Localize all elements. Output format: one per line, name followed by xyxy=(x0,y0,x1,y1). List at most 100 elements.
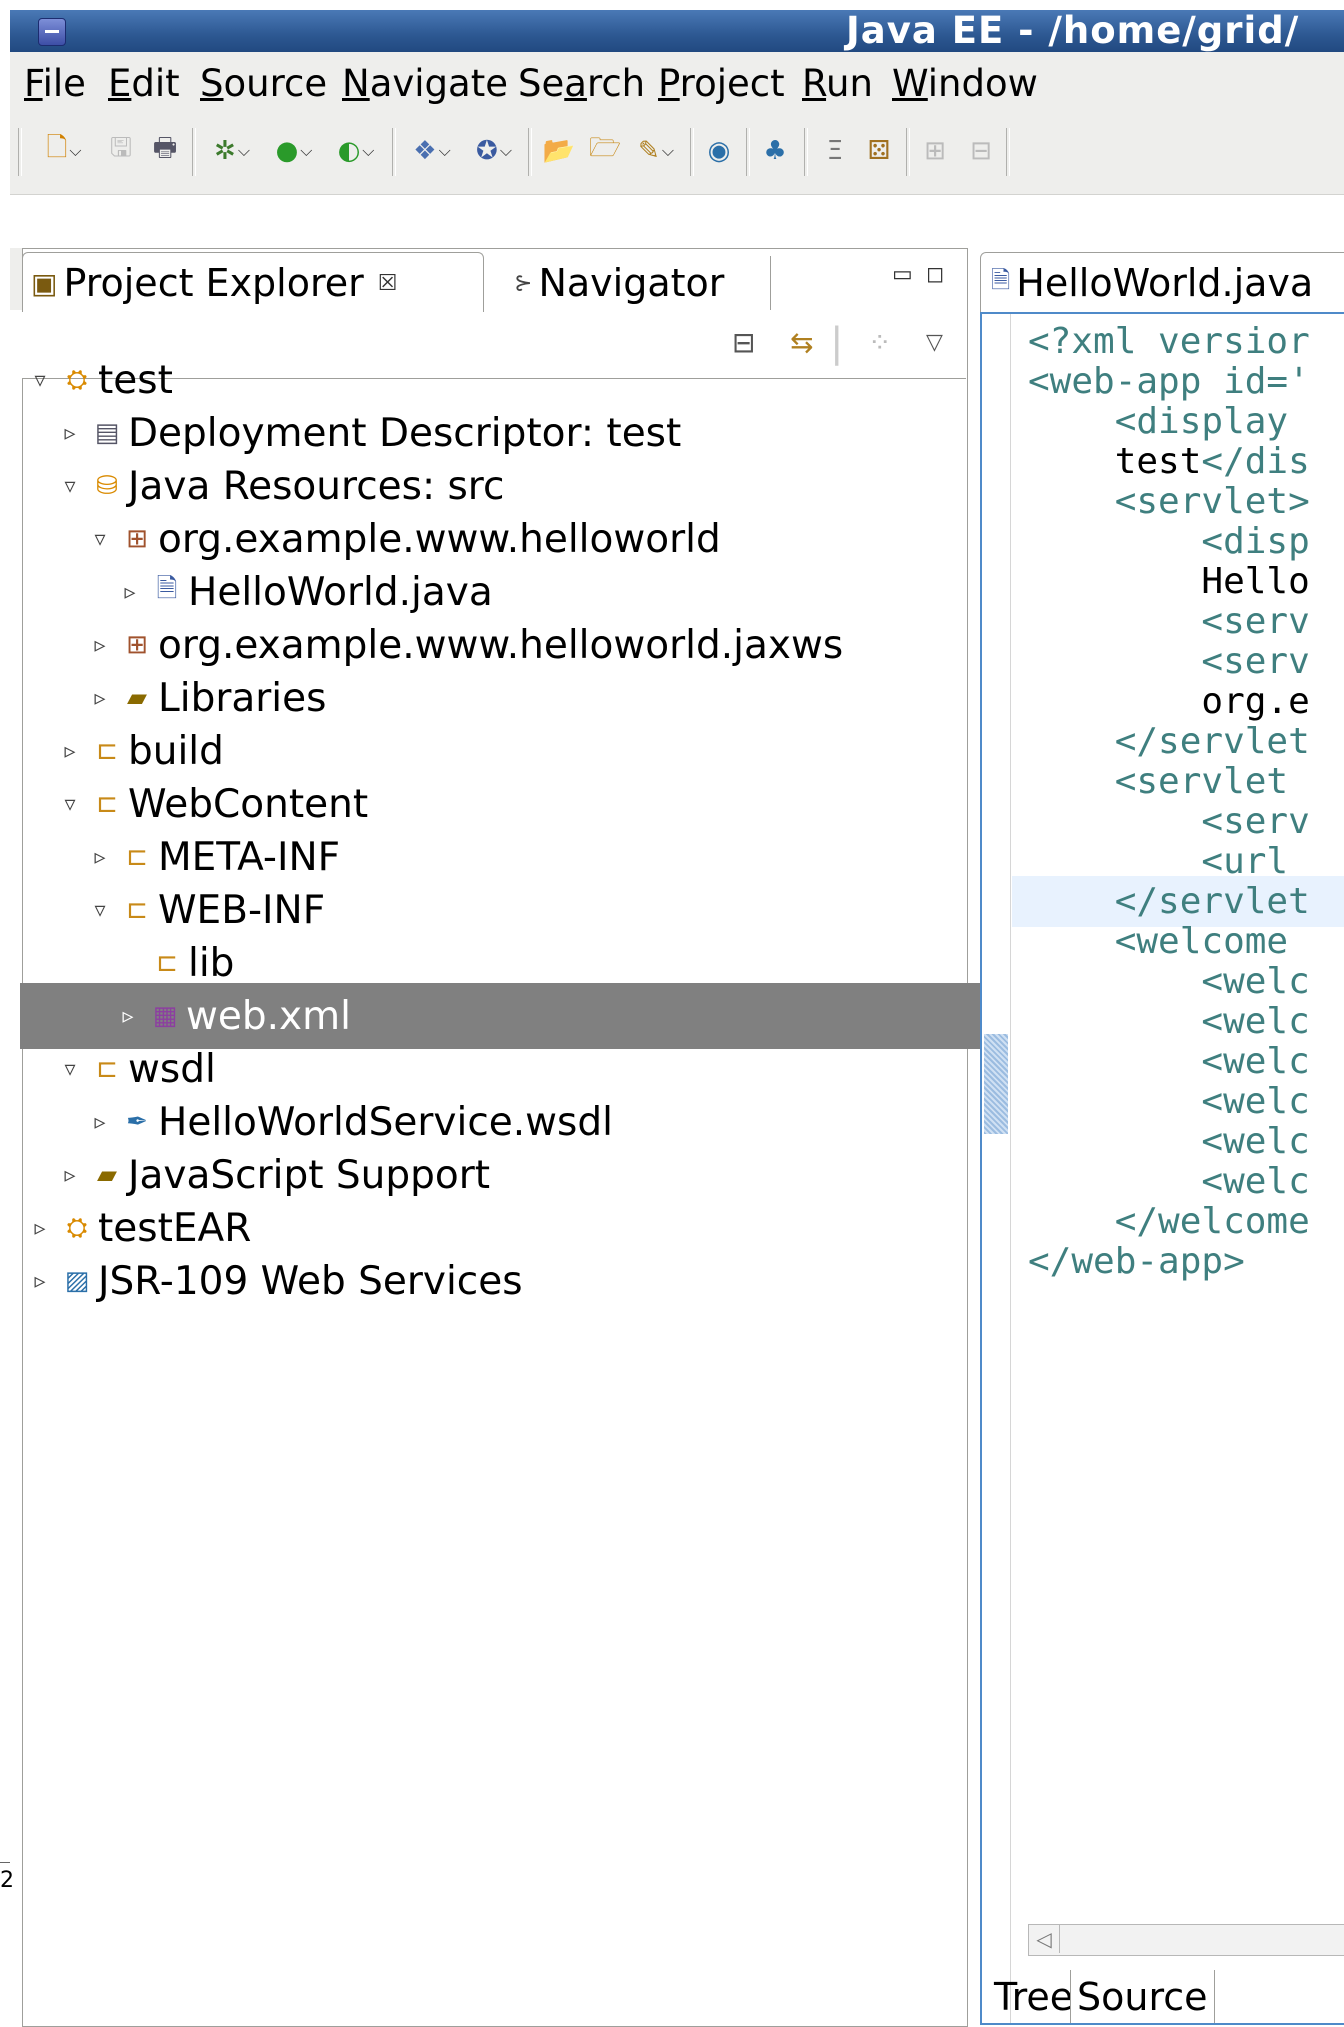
package-icon: ⊞ xyxy=(126,524,148,554)
toolbar-separator xyxy=(528,128,532,176)
collapsed-arrow-icon[interactable]: ▹ xyxy=(22,1269,58,1294)
expanded-arrow-icon[interactable]: ▿ xyxy=(52,1057,88,1082)
collapsed-arrow-icon[interactable]: ▹ xyxy=(112,580,148,605)
toolbar-separator xyxy=(1006,128,1010,176)
libraries-icon: ▰ xyxy=(127,683,147,713)
java-file-icon: 🗎 xyxy=(991,265,1011,294)
view-menu-icon[interactable]: ▽ xyxy=(926,330,943,355)
menu-bar: File Edit Source Navigate Search Project Run Wi… xyxy=(10,52,1344,114)
tab-project-explorer[interactable]: ▣ Project Explorer ☒ xyxy=(22,252,484,313)
collapsed-arrow-icon[interactable]: ▹ xyxy=(82,845,118,870)
toolbar-separator xyxy=(804,128,808,176)
external-tools-icon[interactable]: ◐ ⌵ xyxy=(326,132,386,170)
tree-item[interactable]: ▹ ▨ JSR-109 Web Services xyxy=(22,1248,523,1314)
project-icon: ⛭ xyxy=(66,364,88,395)
tree-item-label: test xyxy=(98,357,173,403)
menu-item[interactable]: File xyxy=(24,62,86,105)
navigator-icon: ⊱ xyxy=(514,270,533,296)
code-line[interactable]: </web-app> xyxy=(1028,1236,1245,1287)
new-server-icon[interactable]: ❖ ⌵ xyxy=(402,132,462,170)
expanded-arrow-icon[interactable]: ▿ xyxy=(82,898,118,923)
sum-icon[interactable]: Ξ xyxy=(814,132,856,170)
java-file-icon: 🗎 xyxy=(156,574,178,604)
globe-icon[interactable]: ◉ xyxy=(698,132,740,170)
main-toolbar: 🗋 ⌵ 🖫 🖶 ✲ ⌵ ● ⌵ ◐ ⌵ ❖ ⌵ ✪ ⌵ 📂 🗁 ✎ ⌵ ◉ ♣ Ξ ⚄ ⊞ ⊟ xyxy=(10,114,1344,195)
overview-ruler[interactable] xyxy=(982,314,1011,2023)
xml-editor[interactable]: <?xml versior <web-app id=' <display test… xyxy=(980,312,1344,2025)
tab-source[interactable]: Source xyxy=(1070,1970,1215,2023)
menu-item[interactable]: Navigate xyxy=(342,62,508,105)
tab-navigator-label: Navigator xyxy=(538,261,725,305)
tree-item-label: JSR-109 Web Services xyxy=(98,1258,523,1304)
run-icon[interactable]: ● ⌵ xyxy=(264,132,324,170)
web-services-icon: ▨ xyxy=(64,1266,90,1296)
window-title-bar[interactable]: Java EE - /home/grid/ xyxy=(10,9,1344,52)
menu-item[interactable]: Window xyxy=(892,62,1038,105)
tree-item-label: META-INF xyxy=(158,834,341,880)
filter-icon[interactable]: ⁘ xyxy=(868,326,891,359)
folder-icon: ⊏ xyxy=(126,895,148,925)
tab-tree[interactable]: Tree xyxy=(988,1970,1079,2023)
open-type-icon[interactable]: ♣ xyxy=(754,132,796,170)
tree-item-label: HelloWorldService.wsdl xyxy=(158,1099,613,1145)
menu-item[interactable]: Run xyxy=(802,62,873,105)
folder-icon: ⊏ xyxy=(156,948,178,978)
edit-icon[interactable]: ✎ ⌵ xyxy=(626,132,686,170)
menu-item[interactable]: Project xyxy=(658,62,785,105)
tree-item-label: HelloWorld.java xyxy=(188,569,493,615)
tree-item-label: web.xml xyxy=(186,993,351,1039)
tab-navigator[interactable]: ⊱ Navigator xyxy=(500,256,771,310)
tree-item-label: Deployment Descriptor: test xyxy=(128,410,682,456)
tree-item-label: WebContent xyxy=(128,781,369,827)
toolbar-separator xyxy=(192,128,196,176)
tree-item-label: Libraries xyxy=(158,675,327,721)
eclipse-app-icon[interactable] xyxy=(38,18,66,46)
debug-icon[interactable]: ✲ ⌵ xyxy=(202,132,262,170)
collapsed-arrow-icon[interactable]: ▹ xyxy=(22,1216,58,1241)
collapsed-arrow-icon[interactable]: ▹ xyxy=(52,739,88,764)
collapsed-arrow-icon[interactable]: ▹ xyxy=(52,1163,88,1188)
tree-item-label: build xyxy=(128,728,224,774)
collapse-all-icon[interactable]: ⊟ xyxy=(732,326,755,359)
scroll-left-icon[interactable]: ◁ xyxy=(1029,1925,1060,1953)
collapsed-arrow-icon[interactable]: ▹ xyxy=(82,686,118,711)
tree-item-label: org.example.www.helloworld.jaxws xyxy=(158,622,844,668)
editor-tab-helloworld[interactable]: 🗎 HelloWorld.java xyxy=(980,252,1344,313)
expanded-arrow-icon[interactable]: ▿ xyxy=(82,527,118,552)
expanded-arrow-icon[interactable]: ▿ xyxy=(52,792,88,817)
toolbar-separator: | xyxy=(830,320,844,366)
maximize-icon[interactable]: ◻ xyxy=(926,262,944,287)
menu-item[interactable]: Source xyxy=(200,62,327,105)
task-icon[interactable]: ⚄ xyxy=(858,132,900,170)
collapsed-arrow-icon[interactable]: ▹ xyxy=(82,633,118,658)
folder-icon: ⊏ xyxy=(126,842,148,872)
deployment-descriptor-icon: ▤ xyxy=(94,418,120,448)
collapsed-arrow-icon[interactable]: ▹ xyxy=(82,1110,118,1135)
folder-icon: ⊏ xyxy=(96,789,118,819)
expanded-arrow-icon[interactable]: ▿ xyxy=(22,368,58,393)
horizontal-scrollbar[interactable]: ◁ xyxy=(1028,1924,1344,1956)
save-icon[interactable]: 🖫 xyxy=(100,132,142,170)
expand-icon[interactable]: ⊞ xyxy=(914,132,956,170)
collapsed-arrow-icon[interactable]: ▹ xyxy=(52,421,88,446)
print-icon[interactable]: 🖶 xyxy=(144,132,186,170)
ruler-marker[interactable] xyxy=(984,1034,1008,1134)
folder-icon: ⊏ xyxy=(96,1054,118,1084)
link-with-editor-icon[interactable]: ⇆ xyxy=(790,326,813,359)
open-project-icon[interactable]: 📂 xyxy=(538,132,580,170)
new-wizard-icon[interactable]: 🗋 ⌵ xyxy=(34,132,94,170)
collapsed-arrow-icon[interactable]: ▹ xyxy=(110,1004,146,1029)
expanded-arrow-icon[interactable]: ▿ xyxy=(52,474,88,499)
new-web-service-icon[interactable]: ✪ ⌵ xyxy=(464,132,524,170)
menu-item[interactable]: Edit xyxy=(108,62,180,105)
collapse-icon[interactable]: ⊟ xyxy=(960,132,1002,170)
package-icon: ⊞ xyxy=(126,630,148,660)
tree-item-label: org.example.www.helloworld xyxy=(158,516,721,562)
tree-item-label: JavaScript Support xyxy=(128,1152,491,1198)
java-resources-icon: ⛁ xyxy=(96,471,118,501)
minimize-icon[interactable]: ▭ xyxy=(892,262,913,287)
toolbar-separator xyxy=(392,128,396,176)
close-icon[interactable]: ☒ xyxy=(378,271,398,296)
open-folder-icon[interactable]: 🗁 xyxy=(584,132,626,170)
menu-item[interactable]: Search xyxy=(518,62,645,105)
